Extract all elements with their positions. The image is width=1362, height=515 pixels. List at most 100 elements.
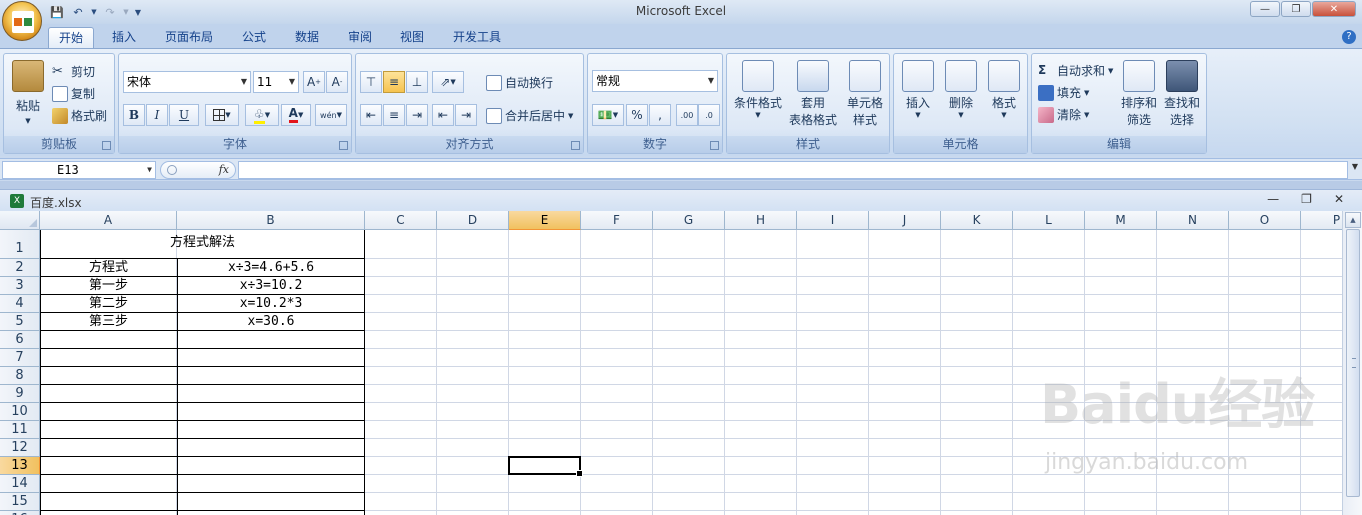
- shrink-font-icon[interactable]: A-: [326, 71, 348, 93]
- tab-formulas[interactable]: 公式: [232, 27, 276, 48]
- formula-input[interactable]: [238, 161, 1348, 179]
- currency-button[interactable]: 💵 ▼: [592, 104, 624, 126]
- column-header-i[interactable]: I: [797, 211, 869, 230]
- help-icon[interactable]: ?: [1342, 30, 1356, 44]
- column-header-o[interactable]: O: [1229, 211, 1301, 230]
- decrease-decimal-icon[interactable]: .0: [698, 104, 720, 126]
- alignment-launcher-icon[interactable]: [571, 141, 580, 150]
- column-header-f[interactable]: F: [581, 211, 653, 230]
- row-header-10[interactable]: 10: [0, 403, 40, 421]
- select-all-corner[interactable]: [0, 211, 40, 230]
- column-header-g[interactable]: G: [653, 211, 725, 230]
- italic-button[interactable]: I: [146, 104, 168, 126]
- wrap-text-button[interactable]: 自动换行: [486, 74, 553, 91]
- scroll-thumb[interactable]: [1346, 229, 1360, 497]
- cell-styles-button[interactable]: 单元格 样式: [841, 60, 889, 128]
- row-header-12[interactable]: 12: [0, 439, 40, 457]
- format-cells-button[interactable]: 格式 ▼: [984, 60, 1024, 119]
- row-header-16[interactable]: 16: [0, 511, 40, 515]
- align-left-icon[interactable]: ⇤: [360, 104, 382, 126]
- row-header-9[interactable]: 9: [0, 385, 40, 403]
- column-header-a[interactable]: A: [40, 211, 177, 230]
- insert-cells-button[interactable]: 插入 ▼: [898, 60, 938, 119]
- align-bottom-icon[interactable]: ⊥: [406, 71, 428, 93]
- column-header-d[interactable]: D: [437, 211, 509, 230]
- row-header-11[interactable]: 11: [0, 421, 40, 439]
- cell-a-row2[interactable]: 方程式: [40, 259, 177, 277]
- fill-button[interactable]: 填充 ▼: [1038, 84, 1089, 101]
- sort-filter-button[interactable]: 排序和 筛选: [1119, 60, 1159, 128]
- percent-button[interactable]: %: [626, 104, 648, 126]
- column-header-n[interactable]: N: [1157, 211, 1229, 230]
- grow-font-icon[interactable]: A +: [303, 71, 325, 93]
- font-launcher-icon[interactable]: [339, 141, 348, 150]
- column-header-b[interactable]: B: [177, 211, 365, 230]
- cell-a-row3[interactable]: 第一步: [40, 277, 177, 295]
- comma-button[interactable]: ,: [649, 104, 671, 126]
- clipboard-launcher-icon[interactable]: [102, 141, 111, 150]
- active-cell-selection[interactable]: [508, 456, 583, 477]
- row-header-5[interactable]: 5: [0, 313, 40, 331]
- row-header-2[interactable]: 2: [0, 259, 40, 277]
- column-header-c[interactable]: C: [365, 211, 437, 230]
- cell-b-row4[interactable]: x=10.2*3: [177, 295, 365, 313]
- cell-b-row3[interactable]: x÷3=10.2: [177, 277, 365, 295]
- row-header-1[interactable]: 1: [0, 230, 40, 259]
- row-header-3[interactable]: 3: [0, 277, 40, 295]
- tab-data[interactable]: 数据: [285, 27, 329, 48]
- align-center-icon[interactable]: ≡: [383, 104, 405, 126]
- cells-area[interactable]: 方程式解法 方程式 x÷3=4.6+5.6 第一步 x÷3=10.2 第二步 x…: [40, 230, 1342, 515]
- tab-insert[interactable]: 插入: [102, 27, 146, 48]
- phonetic-button[interactable]: wén ▼: [315, 104, 347, 126]
- cell-a-row5[interactable]: 第三步: [40, 313, 177, 331]
- borders-button[interactable]: ▼: [205, 104, 239, 126]
- number-launcher-icon[interactable]: [710, 141, 719, 150]
- conditional-format-button[interactable]: 条件格式 ▼: [731, 60, 785, 119]
- close-icon[interactable]: ✕: [1334, 192, 1344, 206]
- bold-button[interactable]: B: [123, 104, 145, 126]
- column-header-m[interactable]: M: [1085, 211, 1157, 230]
- tab-page-layout[interactable]: 页面布局: [155, 27, 223, 48]
- close-icon[interactable]: ✕: [1312, 1, 1356, 17]
- paste-button[interactable]: 粘贴 ▼: [10, 60, 46, 125]
- find-select-button[interactable]: 查找和 选择: [1161, 60, 1203, 128]
- row-header-15[interactable]: 15: [0, 493, 40, 511]
- cell-b-row2[interactable]: x÷3=4.6+5.6: [177, 259, 365, 277]
- delete-cells-button[interactable]: 删除 ▼: [941, 60, 981, 119]
- row-header-13[interactable]: 13: [0, 457, 40, 475]
- column-header-j[interactable]: J: [869, 211, 941, 230]
- cell-a-row4[interactable]: 第二步: [40, 295, 177, 313]
- row-header-14[interactable]: 14: [0, 475, 40, 493]
- decrease-indent-icon[interactable]: ⇤: [432, 104, 454, 126]
- align-middle-icon[interactable]: ≡: [383, 71, 405, 93]
- vertical-scrollbar[interactable]: ▲: [1342, 211, 1362, 515]
- insert-function-button[interactable]: fx: [160, 161, 236, 179]
- font-size-combo[interactable]: 11 ▼: [253, 71, 299, 93]
- font-name-combo[interactable]: 宋体 ▼: [123, 71, 251, 93]
- cell-A1-title[interactable]: 方程式解法: [40, 230, 365, 259]
- underline-button[interactable]: U: [169, 104, 199, 126]
- orientation-icon[interactable]: ⇗ ▼: [432, 71, 464, 93]
- scroll-up-icon[interactable]: ▲: [1345, 212, 1361, 228]
- align-right-icon[interactable]: ⇥: [406, 104, 428, 126]
- increase-decimal-icon[interactable]: .00: [676, 104, 698, 126]
- tab-view[interactable]: 视图: [390, 27, 434, 48]
- cell-b-row5[interactable]: x=30.6: [177, 313, 365, 331]
- tab-home[interactable]: 开始: [48, 27, 95, 48]
- copy-button[interactable]: 复制: [52, 85, 95, 102]
- format-painter-button[interactable]: 格式刷: [52, 107, 107, 124]
- font-color-button[interactable]: A ▼: [281, 104, 311, 126]
- autosum-button[interactable]: Σ 自动求和 ▼: [1038, 62, 1113, 79]
- minimize-icon[interactable]: —: [1250, 1, 1280, 17]
- fill-color-button[interactable]: ♧ ▼: [245, 104, 279, 126]
- minimize-icon[interactable]: —: [1267, 192, 1279, 206]
- number-format-combo[interactable]: 常规 ▼: [592, 70, 718, 92]
- column-header-k[interactable]: K: [941, 211, 1013, 230]
- restore-icon[interactable]: ❐: [1281, 1, 1311, 17]
- column-header-h[interactable]: H: [725, 211, 797, 230]
- row-header-7[interactable]: 7: [0, 349, 40, 367]
- format-as-table-button[interactable]: 套用 表格格式: [785, 60, 841, 128]
- merge-center-button[interactable]: 合并后居中 ▼: [486, 107, 573, 124]
- restore-icon[interactable]: ❐: [1301, 192, 1312, 206]
- row-header-6[interactable]: 6: [0, 331, 40, 349]
